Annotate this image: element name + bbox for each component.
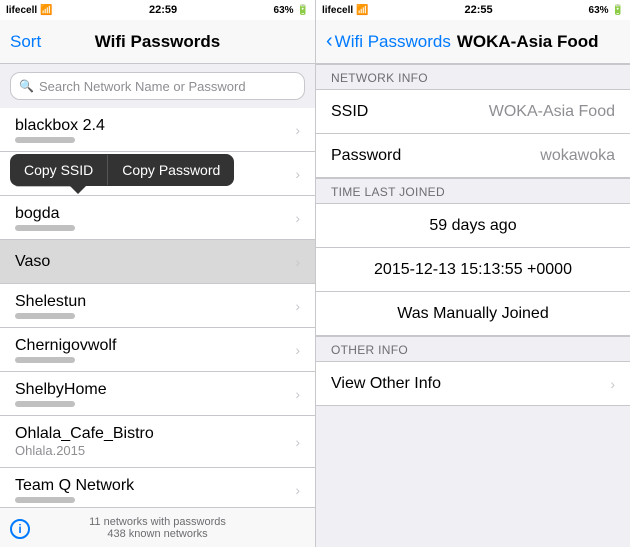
password-label: Password	[331, 147, 540, 165]
battery-pct-left: 63%	[274, 5, 294, 16]
list-item[interactable]: Ohlala_Cafe_Bistro Ohlala.2015 ›	[0, 416, 315, 468]
network-name: Chernigovwolf	[15, 337, 295, 355]
list-item[interactable]: blackbox 2.4 ›	[0, 108, 315, 152]
right-status-bar: lifecell 📶 22:55 63% 🔋	[316, 0, 630, 20]
chevron-right-icon: ›	[295, 434, 300, 450]
list-item[interactable]: Chernigovwolf ›	[0, 328, 315, 372]
chevron-right-icon: ›	[610, 376, 615, 392]
left-footer: i 11 networks with passwords 438 known n…	[0, 507, 315, 547]
password-blur	[15, 225, 75, 231]
password-blur	[15, 357, 75, 363]
chevron-right-icon: ›	[295, 254, 300, 270]
list-item[interactable]: Team Q Network ›	[0, 468, 315, 507]
network-name: Team Q Network	[15, 477, 295, 495]
datetime-text: 2015-12-13 15:13:55 +0000	[374, 261, 572, 279]
carrier-right: lifecell	[322, 5, 353, 16]
time-left: 22:59	[149, 4, 177, 16]
back-arrow-icon: ‹	[326, 30, 333, 53]
right-nav-bar: ‹ Wifi Passwords WOKA-Asia Food	[316, 20, 630, 64]
info-icon[interactable]: i	[10, 519, 30, 539]
wifi-icon-left: 📶	[40, 5, 52, 16]
password-blur	[15, 137, 75, 143]
left-status-left: lifecell 📶	[6, 5, 53, 16]
password-blur	[15, 497, 75, 503]
join-type-text: Was Manually Joined	[397, 305, 548, 323]
network-list: blackbox 2.4 › Sver4 › Copy SSID Copy Pa…	[0, 108, 315, 507]
copy-ssid-button[interactable]: Copy SSID	[10, 154, 107, 186]
datetime-row: 2015-12-13 15:13:55 +0000	[316, 248, 630, 292]
network-sub: Ohlala.2015	[15, 443, 295, 458]
chevron-right-icon: ›	[295, 166, 300, 182]
view-other-info-label: View Other Info	[331, 375, 610, 393]
back-button[interactable]: Wifi Passwords	[335, 32, 451, 52]
left-nav-bar: Sort Wifi Passwords	[0, 20, 315, 64]
wifi-icon-right: 📶	[356, 5, 368, 16]
battery-icon-right: 🔋	[612, 5, 624, 16]
network-info-header: NETWORK INFO	[316, 64, 630, 90]
network-name: ShelbyHome	[15, 381, 295, 399]
chevron-right-icon: ›	[295, 386, 300, 402]
battery-pct-right: 63%	[589, 5, 609, 16]
chevron-right-icon: ›	[295, 122, 300, 138]
sort-button[interactable]: Sort	[10, 32, 41, 52]
search-bar[interactable]: 🔍 Search Network Name or Password	[10, 72, 305, 100]
footer-line2: 438 known networks	[107, 528, 207, 540]
footer-line1: 11 networks with passwords	[89, 516, 226, 528]
time-joined-header: TIME LAST JOINED	[316, 178, 630, 204]
chevron-right-icon: ›	[295, 342, 300, 358]
network-name: blackbox 2.4	[15, 117, 295, 135]
network-name: Shelestun	[15, 293, 295, 311]
right-status-left: lifecell 📶	[322, 5, 369, 16]
left-status-right: 63% 🔋	[274, 5, 309, 16]
password-row: Password wokawoka	[316, 134, 630, 178]
chevron-right-icon: ›	[295, 298, 300, 314]
left-status-bar: lifecell 📶 22:59 63% 🔋	[0, 0, 315, 20]
left-panel: lifecell 📶 22:59 63% 🔋 Sort Wifi Passwor…	[0, 0, 315, 547]
context-menu-popup: Copy SSID Copy Password	[10, 154, 234, 186]
ssid-row: SSID WOKA-Asia Food	[316, 90, 630, 134]
join-type-row: Was Manually Joined	[316, 292, 630, 336]
password-value: wokawoka	[540, 147, 615, 165]
ssid-value: WOKA-Asia Food	[489, 103, 615, 121]
left-nav-title: Wifi Passwords	[95, 32, 221, 52]
list-item[interactable]: ShelbyHome ›	[0, 372, 315, 416]
carrier-left: lifecell	[6, 5, 37, 16]
network-name: bogda	[15, 205, 295, 223]
detail-spacer	[316, 406, 630, 547]
right-panel: lifecell 📶 22:55 63% 🔋 ‹ Wifi Passwords …	[315, 0, 630, 547]
copy-password-button[interactable]: Copy Password	[108, 154, 234, 186]
network-name: Vaso	[15, 253, 295, 271]
list-item[interactable]: Vaso ›	[0, 240, 315, 284]
search-bar-container: 🔍 Search Network Name or Password	[0, 64, 315, 108]
ssid-label: SSID	[331, 103, 489, 121]
time-right: 22:55	[464, 4, 492, 16]
chevron-right-icon: ›	[295, 482, 300, 498]
breadcrumb: ‹ Wifi Passwords WOKA-Asia Food	[316, 30, 630, 53]
password-blur	[15, 401, 75, 407]
network-name: Ohlala_Cafe_Bistro	[15, 425, 295, 443]
tooltip-arrow	[70, 186, 86, 194]
chevron-right-icon: ›	[295, 210, 300, 226]
password-blur	[15, 313, 75, 319]
battery-icon-left: 🔋	[297, 5, 309, 16]
search-input[interactable]: Search Network Name or Password	[39, 79, 246, 94]
right-status-right: 63% 🔋	[589, 5, 624, 16]
view-other-info-row[interactable]: View Other Info ›	[316, 362, 630, 406]
list-item[interactable]: Shelestun ›	[0, 284, 315, 328]
list-item[interactable]: Copy SSID Copy Password bogda ›	[0, 196, 315, 240]
days-ago-row: 59 days ago	[316, 204, 630, 248]
detail-page-title: WOKA-Asia Food	[457, 32, 599, 52]
other-info-header: OTHER INFO	[316, 336, 630, 362]
days-ago-text: 59 days ago	[429, 217, 516, 235]
search-icon: 🔍	[19, 79, 34, 93]
